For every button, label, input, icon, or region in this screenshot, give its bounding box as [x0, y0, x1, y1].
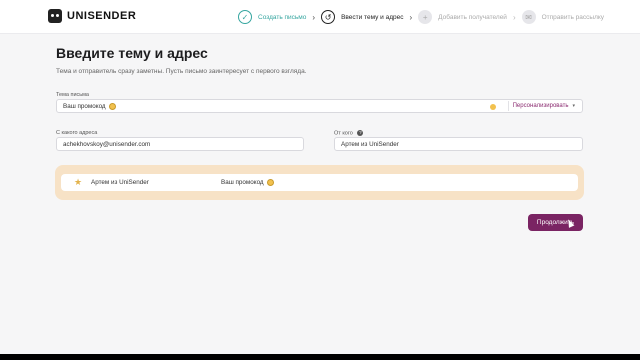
step-label: Создать письмо — [258, 13, 307, 21]
logo[interactable]: UNISENDER — [48, 9, 136, 23]
step-send: ✉ Отправить рассылку — [521, 10, 605, 24]
page-title: Введите тему и адрес — [56, 45, 208, 61]
from-email-label: С какого адреса — [56, 130, 98, 136]
emoji-icon — [266, 179, 274, 186]
top-bar: UNISENDER ✓ Создать письмо › ↺ Ввести те… — [0, 0, 640, 34]
subject-input[interactable]: Ваш промокод Персонализировать ▾ — [56, 99, 583, 113]
emoji-picker-icon[interactable] — [490, 104, 496, 110]
emoji-icon — [108, 102, 116, 110]
step-create-letter[interactable]: ✓ Создать письмо — [238, 10, 306, 24]
step-add-recipients: + Добавить получателей — [418, 10, 507, 24]
history-icon: ↺ — [321, 10, 336, 24]
chevron-down-icon: ▾ — [572, 103, 575, 109]
from-name-label-row: От кого ? — [334, 130, 364, 137]
preview-from: Артем из UniSender — [91, 179, 149, 186]
star-icon: ★ — [74, 177, 83, 187]
page-subtitle: Тема и отправитель сразу заметны. Пусть … — [56, 68, 307, 75]
inbox-preview: ★ Артем из UniSender Ваш промокод — [55, 165, 584, 200]
step-label: Добавить получателей — [438, 13, 507, 21]
from-email-select[interactable]: achekhovskoy@unisender.com — [56, 137, 304, 151]
from-name-label: От кого — [334, 130, 353, 137]
from-email-value: achekhovskoy@unisender.com — [63, 140, 151, 148]
chevron-right-icon: › — [512, 12, 516, 22]
help-icon[interactable]: ? — [357, 130, 364, 136]
check-icon: ✓ — [238, 10, 252, 24]
step-label: Отправить рассылку — [541, 13, 605, 21]
subject-value: Ваш промокод — [63, 102, 106, 110]
logo-icon — [48, 9, 62, 23]
chevron-right-icon: › — [409, 12, 413, 22]
brand-name: UNISENDER — [67, 10, 137, 22]
mail-icon: ✉ — [521, 10, 536, 24]
step-subject-address[interactable]: ↺ Ввести тему и адрес — [321, 10, 404, 24]
personalize-dropdown[interactable]: Персонализировать ▾ — [507, 101, 579, 111]
continue-button[interactable]: Продолжить — [528, 214, 583, 231]
preview-subject: Ваш промокод — [221, 179, 264, 186]
preview-subject-row: Ваш промокод — [221, 179, 274, 186]
add-user-icon: + — [418, 10, 433, 24]
from-name-value: Артем из UniSender — [341, 140, 399, 148]
bottom-bar — [0, 354, 640, 360]
step-label: Ввести тему и адрес — [341, 13, 404, 21]
chevron-right-icon: › — [312, 12, 316, 22]
from-name-input[interactable]: Артем из UniSender — [334, 137, 583, 151]
subject-label: Тема письма — [56, 92, 89, 98]
preview-row: ★ Артем из UniSender Ваш промокод — [61, 174, 578, 191]
personalize-label: Персонализировать — [512, 103, 569, 109]
steps-progress: ✓ Создать письмо › ↺ Ввести тему и адрес… — [238, 6, 604, 28]
